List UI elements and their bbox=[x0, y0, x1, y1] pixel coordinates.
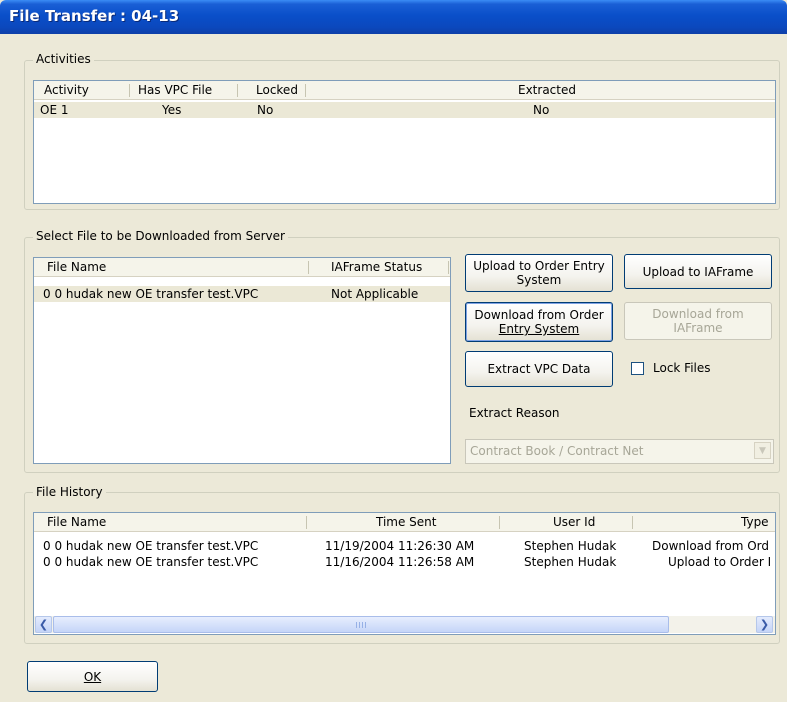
cell-extracted: No bbox=[533, 103, 550, 117]
cell-locked: No bbox=[257, 103, 274, 117]
title-bar[interactable]: File Transfer : 04-13 bbox=[0, 0, 787, 34]
file-history-list[interactable]: File Name Time Sent User Id Type 0 0 hud… bbox=[33, 512, 776, 635]
extract-reason-value: Contract Book / Contract Net bbox=[470, 444, 644, 458]
download-from-order-entry-button[interactable]: Download from Order Entry System bbox=[465, 302, 613, 342]
upload-to-order-entry-button[interactable]: Upload to Order Entry System bbox=[465, 254, 613, 292]
download-from-iaframe-button[interactable]: Download from IAFrame bbox=[624, 302, 772, 340]
cell-time-sent: 11/16/2004 11:26:58 AM bbox=[325, 555, 475, 569]
file-history-group-label: File History bbox=[33, 485, 106, 499]
cell-user-id: Stephen Hudak bbox=[524, 539, 617, 553]
cell-file-name: 0 0 hudak new OE transfer test.VPC bbox=[43, 555, 259, 569]
upload-to-iaframe-button[interactable]: Upload to IAFrame bbox=[624, 254, 772, 289]
extract-reason-label: Extract Reason bbox=[469, 406, 560, 420]
table-row[interactable]: 0 0 hudak new OE transfer test.VPC 11/16… bbox=[34, 554, 775, 570]
extract-vpc-data-button[interactable]: Extract VPC Data bbox=[465, 351, 613, 387]
column-header-file-name[interactable]: File Name bbox=[47, 513, 106, 532]
column-header-activity[interactable]: Activity bbox=[44, 81, 89, 100]
cell-iaframe-status: Not Applicable bbox=[331, 287, 419, 301]
server-files-list-header: File Name IAFrame Status bbox=[34, 258, 450, 277]
column-header-time-sent[interactable]: Time Sent bbox=[376, 513, 437, 532]
ok-label: OK bbox=[83, 669, 102, 684]
select-file-group-label: Select File to be Downloaded from Server bbox=[33, 229, 288, 243]
file-transfer-window: File Transfer : 04-13 Activities Activit… bbox=[0, 0, 787, 702]
cell-file-name: 0 0 hudak new OE transfer test.VPC bbox=[43, 539, 259, 553]
activities-list[interactable]: Activity Has VPC File Locked Extracted O… bbox=[33, 80, 776, 204]
column-header-user-id[interactable]: User Id bbox=[553, 513, 595, 532]
scroll-left-arrow-icon[interactable]: ❮ bbox=[35, 616, 52, 633]
activities-list-header: Activity Has VPC File Locked Extracted bbox=[34, 81, 775, 100]
cell-user-id: Stephen Hudak bbox=[524, 555, 617, 569]
cell-type: Download from Ord bbox=[652, 539, 769, 553]
scroll-right-arrow-icon[interactable]: ❯ bbox=[756, 616, 773, 633]
column-header-has-vpc-file[interactable]: Has VPC File bbox=[138, 81, 212, 100]
table-row[interactable]: OE 1 Yes No No bbox=[34, 102, 775, 118]
server-files-list[interactable]: File Name IAFrame Status 0 0 hudak new O… bbox=[33, 257, 451, 464]
lock-files-label[interactable]: Lock Files bbox=[653, 361, 711, 375]
ok-button[interactable]: OK bbox=[27, 661, 158, 692]
lock-files-checkbox[interactable] bbox=[631, 362, 644, 375]
file-history-list-header: File Name Time Sent User Id Type bbox=[34, 513, 775, 532]
activities-group-label: Activities bbox=[33, 52, 94, 66]
cell-time-sent: 11/19/2004 11:26:30 AM bbox=[325, 539, 475, 553]
column-header-type[interactable]: Type bbox=[741, 513, 769, 532]
scrollbar-thumb[interactable] bbox=[53, 616, 669, 633]
column-header-file-name[interactable]: File Name bbox=[47, 258, 106, 277]
chevron-down-icon[interactable]: ▼ bbox=[754, 442, 771, 459]
cell-has-vpc-file: Yes bbox=[162, 103, 182, 117]
cell-type: Upload to Order I bbox=[668, 555, 772, 569]
table-row[interactable]: 0 0 hudak new OE transfer test.VPC 11/19… bbox=[34, 538, 775, 554]
column-header-extracted[interactable]: Extracted bbox=[518, 81, 576, 100]
horizontal-scrollbar[interactable]: ❮ ❯ bbox=[34, 616, 775, 633]
window-title: File Transfer : 04-13 bbox=[9, 7, 180, 25]
column-header-locked[interactable]: Locked bbox=[256, 81, 298, 100]
extract-reason-select[interactable]: Contract Book / Contract Net ▼ bbox=[465, 439, 774, 464]
cell-activity: OE 1 bbox=[40, 103, 69, 117]
cell-file-name: 0 0 hudak new OE transfer test.VPC bbox=[43, 287, 259, 301]
column-header-iaframe-status[interactable]: IAFrame Status bbox=[331, 258, 422, 277]
table-row[interactable]: 0 0 hudak new OE transfer test.VPC Not A… bbox=[34, 286, 450, 302]
